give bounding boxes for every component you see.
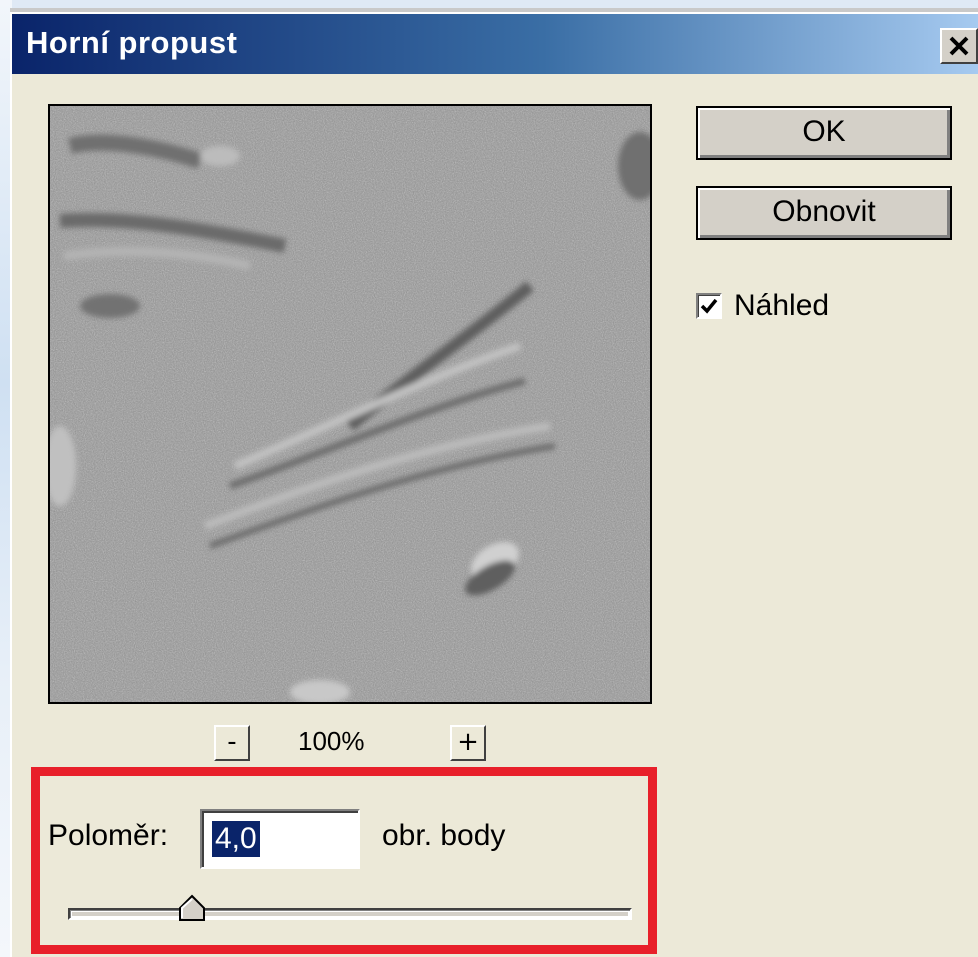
radius-slider-track[interactable]	[68, 908, 632, 920]
slider-track-fill	[72, 912, 628, 916]
title-bar[interactable]: Horní propust	[12, 14, 978, 74]
high-pass-dialog: Horní propust - 100% + OK Obnovit Náhled…	[10, 12, 978, 957]
reset-button[interactable]: Obnovit	[696, 186, 952, 240]
zoom-level: 100%	[298, 726, 365, 756]
close-icon	[949, 36, 969, 56]
triangle-thumb-icon[interactable]	[178, 894, 206, 922]
radius-unit-label: obr. body	[382, 819, 506, 852]
preview-image[interactable]	[48, 104, 652, 704]
radius-value-selected: 4,0	[212, 821, 260, 857]
radius-input[interactable]: 4,0	[200, 809, 360, 869]
preview-checkbox[interactable]	[696, 293, 722, 319]
zoom-in-button[interactable]: +	[450, 725, 486, 761]
dialog-title: Horní propust	[26, 25, 238, 60]
checkmark-icon	[700, 298, 718, 314]
preview-toggle[interactable]: Náhled	[696, 286, 829, 326]
zoom-out-button[interactable]: -	[214, 725, 250, 761]
ok-button[interactable]: OK	[696, 106, 952, 160]
preview-label: Náhled	[734, 289, 830, 322]
close-button[interactable]	[940, 28, 978, 64]
radius-label: Poloměr:	[48, 819, 169, 852]
